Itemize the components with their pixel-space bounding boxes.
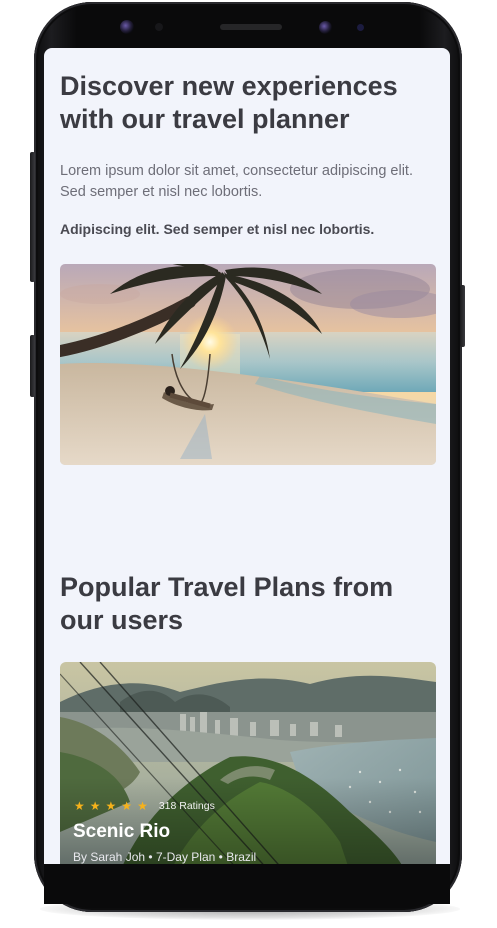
volume-down-button [30, 335, 35, 397]
bottom-bezel [44, 864, 450, 904]
beach-hammock-illustration [60, 264, 436, 465]
hero-title: Discover new experiences with our travel… [60, 71, 398, 134]
proximity-sensor [155, 23, 163, 31]
phone-screen[interactable]: Discover new experiences with our travel… [44, 48, 450, 864]
card-plan-duration: 7-Day Plan [155, 850, 216, 864]
light-sensor [357, 24, 364, 31]
card-meta: By Sarah Joh • 7-Day Plan • Brazil [73, 849, 256, 864]
volume-up-button [30, 152, 35, 282]
beach-hammock-image [60, 264, 436, 465]
ratings-count: 318 Ratings [158, 800, 215, 812]
star-icon: ★ [89, 799, 101, 813]
meta-separator: • [148, 850, 153, 864]
earpiece-speaker [220, 24, 282, 30]
card-title[interactable]: Scenic Rio [73, 820, 170, 844]
star-icon: ★ [105, 799, 117, 813]
card-country: Brazil [226, 850, 257, 864]
star-icon: ★ [74, 799, 85, 813]
hero-description: Lorem ipsum dolor sit amet, consectetur … [60, 163, 413, 200]
travel-plan-card[interactable]: ★ ★ ★ ★ ★ 318 Ratings Scenic Rio By Sara… [60, 662, 436, 864]
star-icon: ★ [137, 799, 148, 813]
card-author[interactable]: By Sarah Joh [73, 850, 145, 864]
top-bezel [80, 10, 420, 46]
power-button [460, 285, 465, 347]
star-icon: ★ [121, 799, 133, 813]
iris-scanner-icon [319, 21, 332, 34]
rating-stars: ★ ★ ★ ★ ★ 318 Ratings [74, 800, 215, 812]
front-camera-icon [120, 20, 134, 34]
popular-plans-title: Popular Travel Plans from our users [60, 572, 394, 635]
meta-separator: • [218, 850, 223, 864]
hero-highlight: Adipiscing elit. Sed semper et nisl nec … [60, 221, 375, 237]
